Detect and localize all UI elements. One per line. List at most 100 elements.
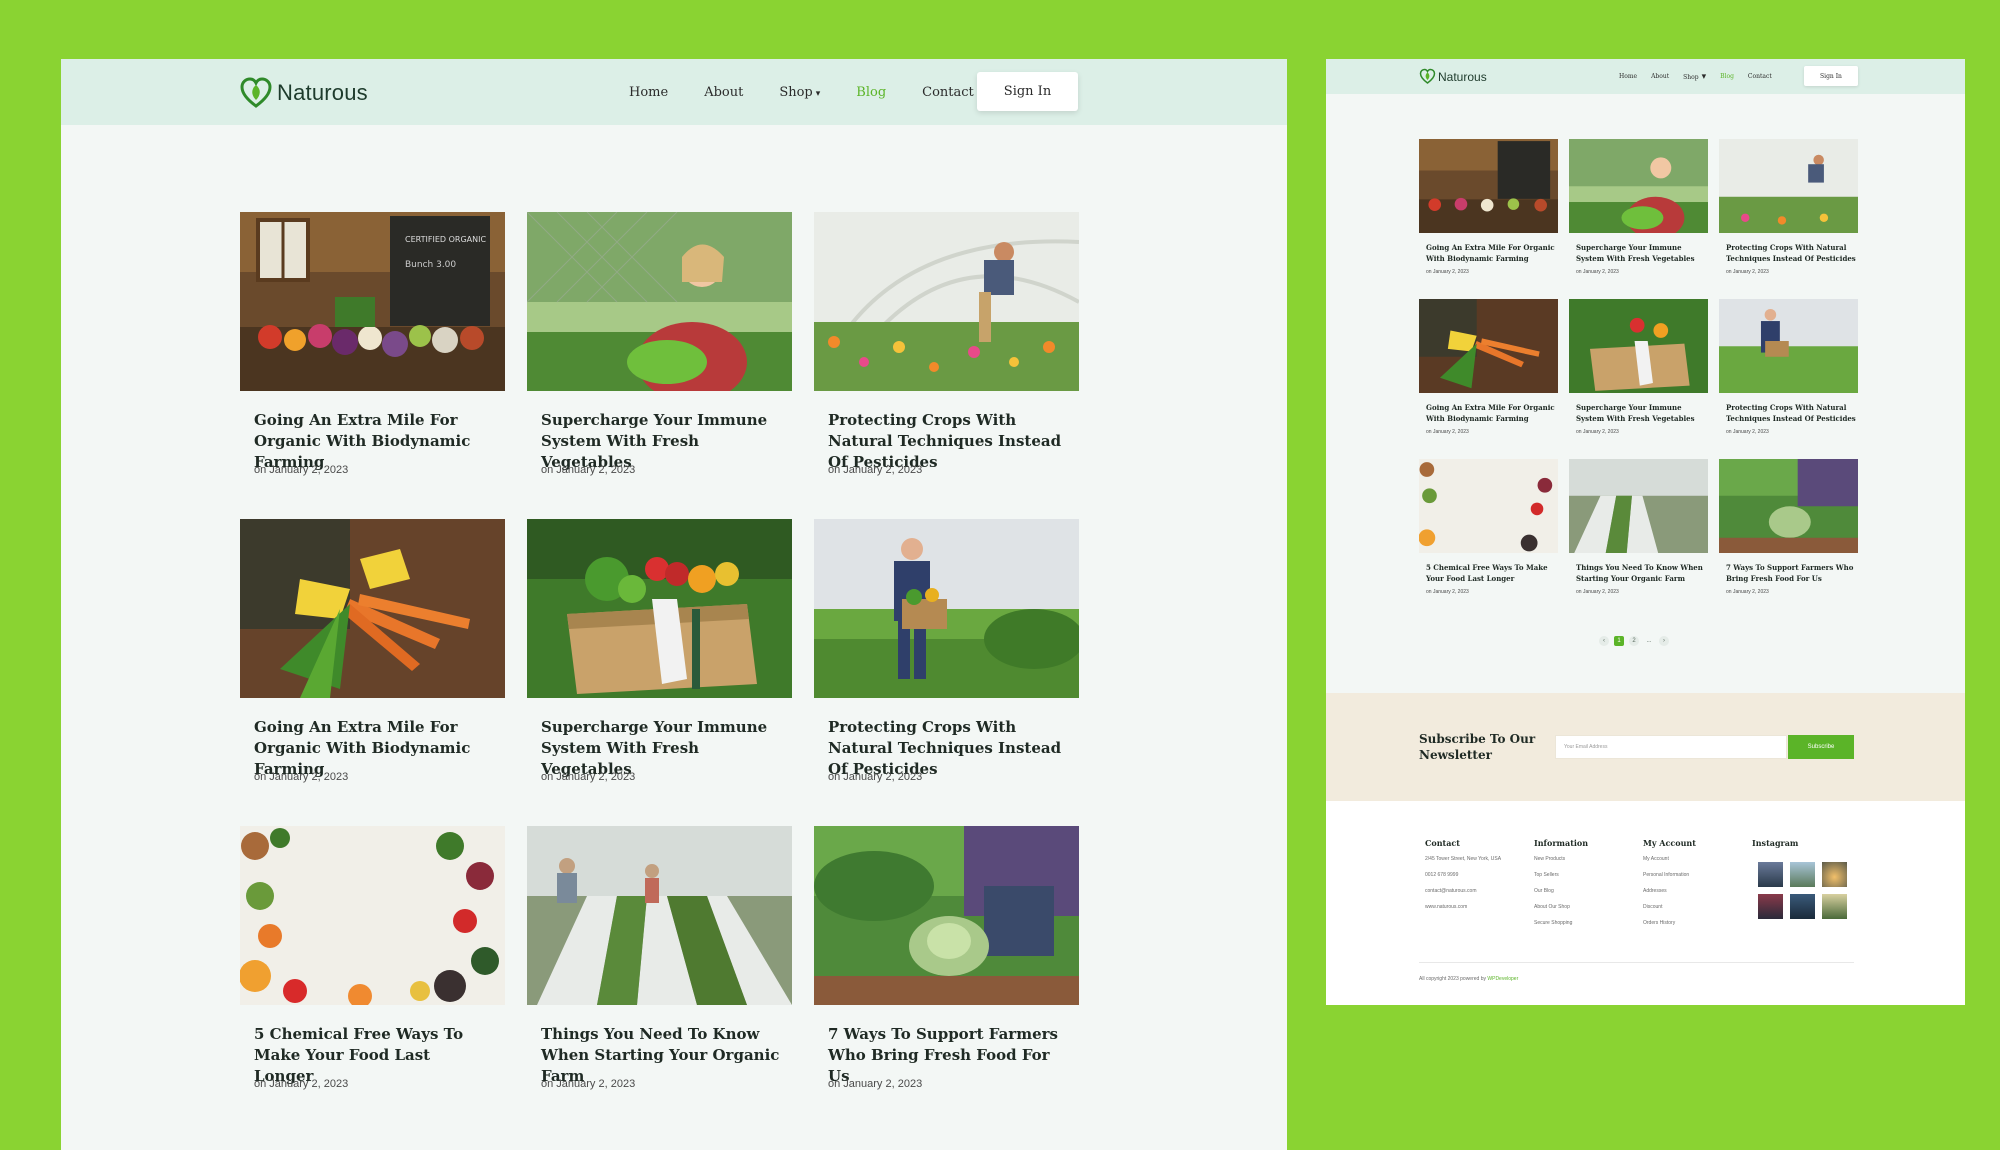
instagram-thumb[interactable] <box>1822 862 1847 887</box>
footer-heading: Instagram <box>1752 838 1799 848</box>
chevron-down-icon: ▾ <box>815 88 821 99</box>
post-date: on January 2, 2023 <box>1576 589 1619 595</box>
nav-contact[interactable]: Contact <box>1748 73 1772 80</box>
post-title[interactable]: Protecting Crops With Natural Techniques… <box>1726 402 1856 424</box>
nav-home[interactable]: Home <box>629 85 668 100</box>
blog-card[interactable]: Things You Need To Know When Starting Yo… <box>527 826 792 1090</box>
post-title[interactable]: 7 Ways To Support Farmers Who Bring Fres… <box>1726 562 1856 584</box>
post-image-greenhouse-rows[interactable] <box>1569 459 1708 553</box>
footer-link[interactable]: About Our Shop <box>1534 904 1644 910</box>
post-image-vegetable-crate[interactable] <box>1569 299 1708 393</box>
page-1-button[interactable]: 1 <box>1614 636 1624 646</box>
footer-divider <box>1419 962 1854 963</box>
next-page-button[interactable]: › <box>1659 636 1669 646</box>
blog-card[interactable]: Protecting Crops With Natural Techniques… <box>1719 299 1858 439</box>
footer-link[interactable]: Our Blog <box>1534 888 1644 894</box>
blog-card[interactable]: Protecting Crops With Natural Techniques… <box>814 212 1079 476</box>
post-date: on January 2, 2023 <box>254 464 349 476</box>
footer-link[interactable]: My Account <box>1643 856 1753 862</box>
nav-about[interactable]: About <box>704 85 743 100</box>
post-image-woman-with-cabbage[interactable] <box>814 826 1079 1005</box>
email-input[interactable]: Your Email Address <box>1555 735 1787 759</box>
svg-text:Bunch 3.00: Bunch 3.00 <box>405 260 456 270</box>
nav-shop[interactable]: Shop ▾ <box>1683 72 1706 82</box>
post-image-woman-with-lettuce[interactable] <box>527 212 792 391</box>
newsletter-title: Subscribe To Our Newsletter <box>1419 732 1536 762</box>
nav-about[interactable]: About <box>1651 73 1669 80</box>
post-image-woman-with-lettuce[interactable] <box>1569 139 1708 233</box>
brand-logo[interactable]: Naturous <box>1419 68 1487 85</box>
footer-link[interactable]: New Products <box>1534 856 1644 862</box>
footer-heading: Information <box>1534 838 1589 848</box>
instagram-thumb[interactable] <box>1758 894 1783 919</box>
nav-shop[interactable]: Shop ▾ <box>779 85 820 100</box>
copyright-link[interactable]: WPDeveloper <box>1487 976 1518 982</box>
post-image-vegetable-crate[interactable] <box>527 519 792 698</box>
post-image-food-flatlay[interactable] <box>1419 459 1558 553</box>
blog-card[interactable]: CERTIFIED ORGANIC Bunch 3.00 Going An Ex… <box>240 212 505 476</box>
contact-phone[interactable]: 0012 678 9999 <box>1425 872 1535 878</box>
footer-link[interactable]: Orders History <box>1643 920 1753 926</box>
nav-blog[interactable]: Blog <box>856 85 886 100</box>
post-image-greenhouse-flowers[interactable] <box>814 212 1079 391</box>
blog-card[interactable]: Supercharge Your Immune System With Fres… <box>1569 139 1708 279</box>
subscribe-button[interactable]: Subscribe <box>1788 735 1854 759</box>
blog-card[interactable]: 5 Chemical Free Ways To Make Your Food L… <box>1419 459 1558 599</box>
blog-card[interactable]: 7 Ways To Support Farmers Who Bring Fres… <box>1719 459 1858 599</box>
post-image-woman-with-cabbage[interactable] <box>1719 459 1858 553</box>
sign-in-button[interactable]: Sign In <box>977 72 1078 111</box>
sign-in-button[interactable]: Sign In <box>1804 66 1858 86</box>
footer-link[interactable]: Discount <box>1643 904 1753 910</box>
blog-card[interactable]: Going An Extra Mile For Organic With Bio… <box>1419 139 1558 279</box>
blog-card[interactable]: Protecting Crops With Natural Techniques… <box>814 519 1079 783</box>
blog-card[interactable]: Supercharge Your Immune System With Fres… <box>527 519 792 783</box>
footer-link[interactable]: Secure Shopping <box>1534 920 1644 926</box>
nav-blog[interactable]: Blog <box>1720 73 1734 80</box>
post-title[interactable]: Protecting Crops With Natural Techniques… <box>1726 242 1856 264</box>
leaf-heart-icon <box>1419 68 1436 84</box>
nav-shop-label: Shop <box>779 84 813 100</box>
instagram-thumb[interactable] <box>1822 894 1847 919</box>
post-title[interactable]: Things You Need To Know When Starting Yo… <box>1576 562 1706 584</box>
post-title[interactable]: Going An Extra Mile For Organic With Bio… <box>1426 402 1556 424</box>
blog-card[interactable]: Supercharge Your Immune System With Fres… <box>1569 299 1708 439</box>
blog-card[interactable]: Going An Extra Mile For Organic With Bio… <box>240 519 505 783</box>
post-title[interactable]: 5 Chemical Free Ways To Make Your Food L… <box>1426 562 1556 584</box>
post-image-market-stall[interactable]: CERTIFIED ORGANIC Bunch 3.00 <box>240 212 505 391</box>
post-image-carrots-in-hands[interactable] <box>1419 299 1558 393</box>
blog-card[interactable]: 5 Chemical Free Ways To Make Your Food L… <box>240 826 505 1090</box>
post-image-farmer-with-box[interactable] <box>1719 299 1858 393</box>
blog-card[interactable]: 7 Ways To Support Farmers Who Bring Fres… <box>814 826 1079 1090</box>
instagram-thumb[interactable] <box>1790 862 1815 887</box>
footer-link[interactable]: Addresses <box>1643 888 1753 894</box>
post-image-market-stall[interactable] <box>1419 139 1558 233</box>
contact-website[interactable]: www.naturous.com <box>1425 904 1535 910</box>
post-title[interactable]: Supercharge Your Immune System With Fres… <box>1576 242 1706 264</box>
instagram-thumb[interactable] <box>1758 862 1783 887</box>
blog-card[interactable]: Going An Extra Mile For Organic With Bio… <box>1419 299 1558 439</box>
footer-link[interactable]: Top Sellers <box>1534 872 1644 878</box>
post-date: on January 2, 2023 <box>828 1078 923 1090</box>
post-image-farmer-with-box[interactable] <box>814 519 1079 698</box>
brand-logo[interactable]: Naturous <box>239 76 368 110</box>
nav-contact[interactable]: Contact <box>922 85 974 100</box>
nav-home[interactable]: Home <box>1619 73 1637 80</box>
post-image-food-flatlay[interactable] <box>240 826 505 1005</box>
post-title[interactable]: Supercharge Your Immune System With Fres… <box>1576 402 1706 424</box>
post-image-greenhouse-flowers[interactable] <box>1719 139 1858 233</box>
contact-email[interactable]: contact@naturous.com <box>1425 888 1535 894</box>
post-date: on January 2, 2023 <box>541 771 636 783</box>
footer-link[interactable]: Personal Information <box>1643 872 1753 878</box>
footer-contact: Contact 2/45 Tower Street, New York, USA… <box>1425 838 1535 920</box>
prev-page-button[interactable]: ‹ <box>1599 636 1609 646</box>
post-image-carrots-in-hands[interactable] <box>240 519 505 698</box>
footer-instagram: Instagram <box>1752 838 1862 856</box>
blog-card[interactable]: Things You Need To Know When Starting Yo… <box>1569 459 1708 599</box>
post-image-greenhouse-rows[interactable] <box>527 826 792 1005</box>
blog-card[interactable]: Supercharge Your Immune System With Fres… <box>527 212 792 476</box>
post-title[interactable]: Going An Extra Mile For Organic With Bio… <box>1426 242 1556 264</box>
page-2-button[interactable]: 2 <box>1629 636 1639 646</box>
instagram-thumb[interactable] <box>1790 894 1815 919</box>
blog-card[interactable]: Protecting Crops With Natural Techniques… <box>1719 139 1858 279</box>
post-date: on January 2, 2023 <box>1726 269 1769 275</box>
